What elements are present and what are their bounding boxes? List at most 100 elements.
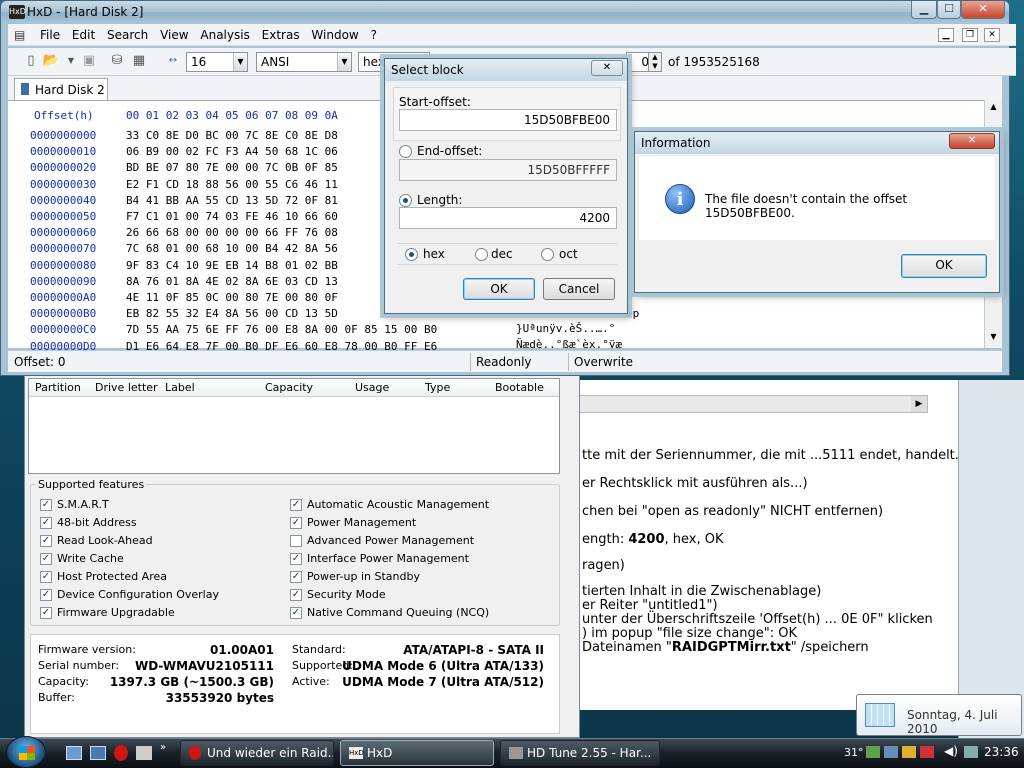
feature-checkbox[interactable]: ✓ — [290, 499, 302, 511]
hex-row-bytes[interactable]: 4E 11 0F 85 0C 00 80 7E 00 80 0F — [126, 290, 338, 306]
hex-row-bytes[interactable]: 8A 76 01 8A 4E 02 8A 6E 03 CD 13 — [126, 274, 338, 290]
hex-row[interactable]: 00000000C0 7D 55 AA 75 6E FF 76 00 E8 8A … — [30, 322, 437, 338]
menu-help[interactable]: ? — [367, 24, 381, 46]
feature-checkbox[interactable]: ✓ — [40, 553, 52, 565]
quicklaunch-opera-icon[interactable] — [114, 745, 128, 761]
hex-row-bytes[interactable]: 9F 83 C4 10 9E EB 14 B8 01 02 BB — [126, 258, 338, 274]
mdi-restore-button[interactable]: ❐ — [962, 28, 978, 42]
hex-row[interactable]: 0000000070 7C 68 01 00 68 10 00 B4 42 8A … — [30, 241, 338, 257]
feature-checkbox[interactable]: ✓ — [40, 535, 52, 547]
menu-analysis[interactable]: Analysis — [196, 24, 253, 46]
start-button[interactable] — [6, 736, 46, 768]
hex-row[interactable]: 0000000090 8A 76 01 8A 4E 02 8A 6E 03 CD … — [30, 274, 338, 290]
save-icon[interactable]: ▣ — [80, 52, 98, 70]
task-hdtune[interactable]: HD Tune 2.55 - Har... — [500, 740, 660, 766]
feature-checkbox[interactable]: ✓ — [40, 517, 52, 529]
feature-checkbox[interactable] — [290, 535, 302, 547]
quicklaunch-more-icon[interactable]: » — [160, 742, 166, 753]
hex-row[interactable]: 00000000A0 4E 11 0F 85 0C 00 80 7E 00 80 … — [30, 290, 338, 306]
hex-row[interactable]: 0000000030 E2 F1 CD 18 88 56 00 55 C6 46 … — [30, 177, 338, 193]
hex-row[interactable]: 0000000050 F7 C1 01 00 74 03 FE 46 10 66 … — [30, 209, 338, 225]
open-ram-icon[interactable]: ▦ — [130, 52, 148, 70]
col-drive-letter[interactable]: Drive letter — [95, 381, 158, 394]
menu-window[interactable]: Window — [307, 24, 362, 46]
task-browser[interactable]: Und wieder ein Raid... — [180, 740, 334, 766]
menu-extras[interactable]: Extras — [258, 24, 304, 46]
hex-row[interactable]: 00000000B0 EB 82 55 32 E4 8A 56 00 CD 13 … — [30, 306, 338, 322]
length-input[interactable]: 4200 — [399, 207, 617, 229]
hex-row-bytes[interactable]: 7C 68 01 00 68 10 00 B4 42 8A 56 — [126, 241, 338, 257]
hex-row-bytes[interactable]: 06 B9 00 02 FC F3 A4 50 68 1C 06 — [126, 144, 338, 160]
select-block-ok-button[interactable]: OK — [463, 278, 535, 300]
feature-checkbox[interactable]: ✓ — [290, 607, 302, 619]
hxd-title-bar[interactable]: HxD - [Hard Disk 2] — [1, 1, 1009, 23]
hex-row-bytes[interactable]: F7 C1 01 00 74 03 FE 46 10 66 60 — [126, 209, 338, 225]
scroll-up-icon[interactable]: ▲ — [985, 102, 1002, 111]
col-label[interactable]: Label — [165, 381, 195, 394]
hex-row-bytes[interactable]: 26 66 68 00 00 00 00 66 FF 76 08 — [126, 225, 338, 241]
maximize-button[interactable]: ☐ — [937, 1, 961, 19]
tray-speaker-icon[interactable]: ◀) — [944, 744, 958, 758]
end-offset-radio[interactable] — [399, 145, 412, 158]
information-ok-button[interactable]: OK — [901, 254, 987, 278]
tab-hard-disk-2[interactable]: Hard Disk 2 — [14, 78, 108, 100]
feature-checkbox[interactable]: ✓ — [290, 517, 302, 529]
hex-row[interactable]: 0000000040 B4 41 BB AA 55 CD 13 5D 72 0F … — [30, 193, 338, 209]
mdi-minimize-button[interactable]: ▁ — [938, 28, 954, 42]
hex-row[interactable]: 0000000000 33 C0 8E D0 BC 00 7C 8E C0 8E … — [30, 128, 338, 144]
hex-row[interactable]: 0000000020 BD BE 07 80 7E 00 00 7C 0B 0F … — [30, 160, 338, 176]
new-file-icon[interactable]: ▯ — [22, 52, 40, 70]
task-hxd[interactable]: HxD HxD — [340, 740, 494, 766]
scroll-right-icon[interactable]: ▶ — [911, 396, 927, 412]
feature-checkbox[interactable]: ✓ — [40, 607, 52, 619]
col-usage[interactable]: Usage — [355, 381, 389, 394]
hex-row[interactable]: 0000000010 06 B9 00 02 FC F3 A4 50 68 1C … — [30, 144, 338, 160]
dialog-close-button[interactable]: ✕ — [591, 60, 623, 76]
chevron-down-icon[interactable]: ▼ — [233, 53, 247, 71]
close-button[interactable]: ✕ — [961, 1, 1005, 19]
hex-row[interactable]: 0000000080 9F 83 C4 10 9E EB 14 B8 01 02 … — [30, 258, 338, 274]
quicklaunch-switch-windows-icon[interactable] — [90, 746, 106, 760]
col-bootable[interactable]: Bootable — [495, 381, 544, 394]
open-disk-icon[interactable]: ⛁ — [108, 52, 126, 70]
menu-edit[interactable]: Edit — [68, 24, 99, 46]
sector-spinner[interactable]: ▲ ▼ — [648, 52, 662, 72]
hex-row-bytes[interactable]: E2 F1 CD 18 88 56 00 55 C6 46 11 — [126, 177, 338, 193]
base-dec-radio[interactable] — [475, 248, 488, 261]
hex-row-bytes[interactable]: EB 82 55 32 E4 8A 56 00 CD 13 5D — [126, 306, 338, 322]
select-block-cancel-button[interactable]: Cancel — [543, 278, 615, 300]
mdi-close-button[interactable]: ✕ — [984, 28, 1000, 42]
information-close-button[interactable]: ✕ — [949, 133, 995, 149]
menu-file[interactable]: File — [36, 24, 64, 46]
tray-monitor-icon[interactable] — [866, 746, 880, 758]
quicklaunch-show-desktop-icon[interactable] — [66, 746, 82, 760]
col-partition[interactable]: Partition — [35, 381, 81, 394]
hex-row-bytes[interactable]: 33 C0 8E D0 BC 00 7C 8E C0 8E D8 — [126, 128, 338, 144]
end-offset-input[interactable]: 15D50BFFFFF — [399, 159, 617, 181]
bytes-per-row-select[interactable]: 16 ▼ — [186, 52, 248, 72]
tray-clock[interactable]: 23:36 — [984, 745, 1019, 759]
feature-checkbox[interactable]: ✓ — [40, 499, 52, 511]
tray-volume-icon[interactable] — [964, 746, 978, 758]
feature-checkbox[interactable]: ✓ — [40, 589, 52, 601]
base-hex-radio[interactable] — [405, 248, 418, 261]
start-offset-input[interactable]: 15D50BFBE00 — [399, 109, 617, 131]
feature-checkbox[interactable]: ✓ — [290, 571, 302, 583]
open-dropdown-icon[interactable]: ▼ — [62, 52, 80, 70]
notes-scrollbar[interactable]: ▶ — [560, 395, 928, 413]
col-type[interactable]: Type — [425, 381, 450, 394]
scroll-down-icon[interactable]: ▼ — [985, 332, 1002, 341]
tray-network-icon[interactable] — [884, 746, 898, 758]
information-title-bar[interactable]: Information — [635, 132, 999, 154]
tray-app-icon[interactable] — [902, 746, 916, 758]
menu-view[interactable]: View — [156, 24, 192, 46]
feature-checkbox[interactable]: ✓ — [290, 589, 302, 601]
length-radio[interactable] — [399, 194, 412, 207]
hex-row-bytes[interactable]: B4 41 BB AA 55 CD 13 5D 72 0F 81 — [126, 193, 338, 209]
chevron-down-icon[interactable]: ▼ — [337, 53, 351, 71]
hex-row-bytes[interactable]: 7D 55 AA 75 6E FF 76 00 E8 8A 00 0F 85 1… — [126, 322, 437, 338]
base-oct-radio[interactable] — [541, 248, 554, 261]
feature-checkbox[interactable]: ✓ — [290, 553, 302, 565]
minimize-button[interactable]: ▁ — [911, 1, 937, 19]
open-file-icon[interactable]: 📂 — [42, 52, 60, 70]
